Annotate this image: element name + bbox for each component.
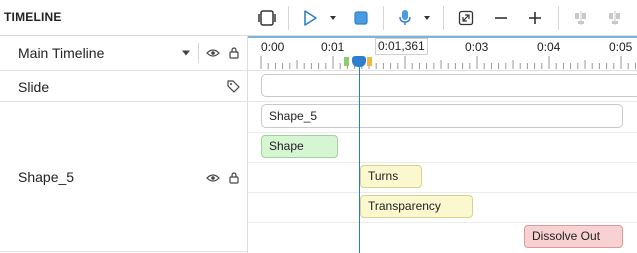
- minus-icon: [495, 17, 507, 19]
- preview-frame-button[interactable]: [256, 6, 278, 30]
- toolbar-separator: [443, 6, 444, 30]
- toolbar-separator: [558, 6, 559, 30]
- playhead-line: [359, 62, 360, 253]
- shape-lock-toggle[interactable]: [227, 170, 241, 185]
- play-icon: [304, 10, 317, 26]
- align-icon: [609, 11, 620, 25]
- slide-row[interactable]: Slide: [0, 71, 248, 102]
- shape-visibility-toggle[interactable]: [205, 171, 221, 185]
- track-divider: [248, 192, 637, 193]
- shape-row[interactable]: Shape_5: [0, 102, 248, 252]
- plus-icon: [529, 12, 541, 24]
- tag-icon: [226, 79, 240, 93]
- frame-icon: [258, 10, 276, 26]
- timeline-selector[interactable]: Main Timeline: [18, 45, 104, 61]
- shape-label: Shape_5: [18, 169, 75, 185]
- play-button[interactable]: [300, 6, 320, 30]
- eye-icon: [206, 174, 220, 182]
- range-end-marker[interactable]: [367, 57, 372, 66]
- align-start-button[interactable]: [570, 6, 592, 30]
- toolbar-separator: [288, 6, 289, 30]
- lock-toggle[interactable]: [227, 45, 241, 60]
- panel-title: TIMELINE: [4, 10, 62, 24]
- chevron-down-icon: [330, 16, 336, 20]
- ruler-ticks: [260, 56, 636, 69]
- animation-transparency[interactable]: Transparency: [360, 195, 473, 218]
- slide-bar[interactable]: [261, 74, 637, 97]
- fit-to-window-button[interactable]: [455, 6, 477, 30]
- track-divider: [248, 162, 637, 163]
- eye-icon: [206, 49, 220, 57]
- animation-dissolve-out[interactable]: Dissolve Out: [524, 225, 623, 248]
- visibility-toggle[interactable]: [205, 46, 221, 60]
- animation-shape[interactable]: Shape: [261, 135, 338, 158]
- stop-icon: [354, 11, 368, 25]
- stop-button[interactable]: [350, 6, 372, 30]
- record-options-dropdown[interactable]: [421, 6, 433, 30]
- range-start-marker[interactable]: [344, 57, 349, 66]
- timeline-tracks: 0:00 0:01 0:03 0:04 0:05 0:01,361 Shape_…: [248, 36, 637, 253]
- shape-object-bar[interactable]: Shape_5: [261, 104, 623, 128]
- timeline-selector-row: Main Timeline: [0, 36, 248, 71]
- playhead-handle[interactable]: [352, 56, 366, 67]
- microphone-icon: [399, 10, 411, 25]
- timeline-toolbar: TIMELINE: [0, 0, 637, 36]
- expand-icon: [458, 10, 474, 26]
- lock-icon: [229, 171, 239, 184]
- align-end-button[interactable]: [604, 6, 626, 30]
- align-icon: [575, 11, 586, 25]
- layers-panel: Main Timeline Slide Shape_5: [0, 36, 248, 253]
- animation-turns[interactable]: Turns: [360, 165, 422, 188]
- zoom-out-button[interactable]: [490, 6, 512, 30]
- record-audio-button[interactable]: [395, 6, 415, 30]
- lock-icon: [229, 46, 239, 59]
- track-divider: [248, 222, 637, 223]
- timeline-panel: TIMELINE Main Timeline Slide Shape_5 0:0…: [0, 0, 637, 253]
- chevron-down-icon: [424, 16, 430, 20]
- divider: [198, 43, 199, 63]
- current-time-readout: 0:01,361: [375, 38, 428, 55]
- zoom-in-button[interactable]: [524, 6, 546, 30]
- slide-track: [248, 71, 637, 102]
- timeline-selector-dropdown[interactable]: [180, 47, 192, 59]
- chevron-down-icon: [182, 50, 190, 56]
- play-options-dropdown[interactable]: [327, 6, 339, 30]
- toolbar-separator: [383, 6, 384, 30]
- slide-label: Slide: [18, 79, 50, 95]
- time-ruler[interactable]: 0:00 0:01 0:03 0:04 0:05 0:01,361: [248, 36, 637, 71]
- track-divider: [248, 132, 637, 133]
- slide-tag-button[interactable]: [226, 79, 240, 93]
